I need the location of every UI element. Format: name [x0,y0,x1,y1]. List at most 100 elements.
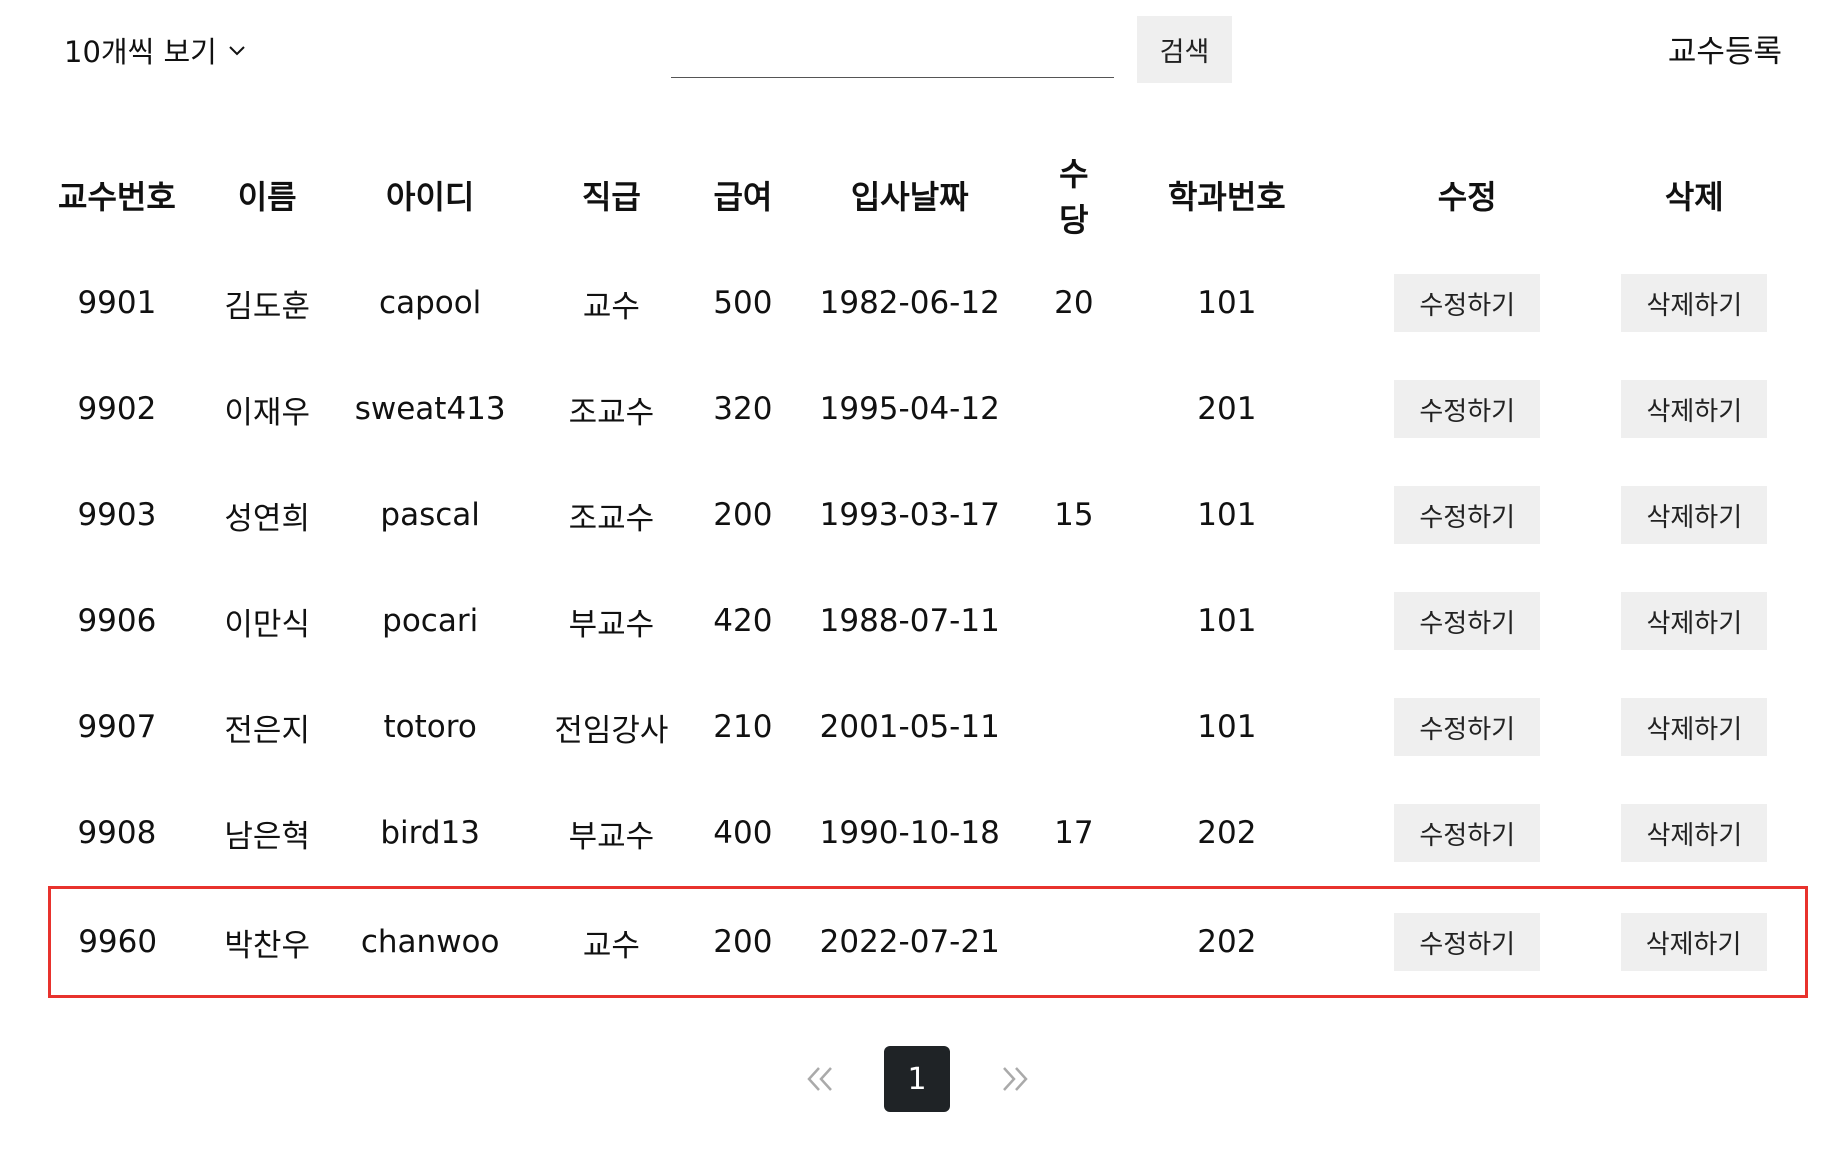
cell-edit: 수정하기 [1352,356,1582,462]
cell-pay: 210 [713,709,773,745]
double-chevron-left-icon[interactable] [795,1054,845,1104]
double-chevron-right-icon[interactable] [990,1054,1040,1104]
cell-pay: 400 [713,815,773,851]
toolbar: 10개씩 보기 검색 교수등록 [0,0,1834,110]
cell-prof-no: 9960 [48,886,185,998]
edit-button[interactable]: 수정하기 [1394,380,1541,438]
cell-id: capool [379,285,482,321]
cell-name: 이만식 [224,606,310,643]
cell-bonus: 15 [1054,497,1094,533]
cell-edit: 수정하기 [1352,462,1582,568]
column-header-id: 아이디 [386,178,475,216]
cell-hiredate: 1982-06-12 [819,285,1000,321]
search-input[interactable] [671,22,1114,78]
chevron-down-icon [225,38,249,62]
cell-name: 김도훈 [224,288,310,325]
delete-button[interactable]: 삭제하기 [1621,804,1768,862]
edit-button[interactable]: 수정하기 [1394,804,1541,862]
cell-name: 남은혁 [224,818,310,855]
delete-button[interactable]: 삭제하기 [1621,274,1768,332]
cell-bonus [1046,886,1102,998]
table-row: 9903 성연희 pascal 조교수 200 1993-03-17 15 10… [50,462,1807,568]
edit-button[interactable]: 수정하기 [1394,698,1541,756]
cell-bonus [1046,674,1101,780]
cell-delete: 삭제하기 [1582,356,1806,462]
cell-prof-no: 9902 [77,391,157,427]
cell-delete: 삭제하기 [1582,674,1806,780]
delete-button[interactable]: 삭제하기 [1621,486,1768,544]
delete-button[interactable]: 삭제하기 [1621,592,1768,650]
column-header-position: 직급 [581,178,641,216]
table-row: 9902 이재우 sweat413 조교수 320 1995-04-12 201… [50,356,1807,462]
cell-position: 교수 [510,886,713,998]
cell-id: pascal [380,497,480,533]
cell-hiredate: 1990-10-18 [819,815,1000,851]
column-header-delete: 삭제 [1664,178,1724,216]
column-header-prof-no: 교수번호 [58,178,176,216]
cell-dept-no: 101 [1197,709,1257,745]
page-size-dropdown[interactable]: 10개씩 보기 [64,30,249,70]
cell-name: 박찬우 [184,886,351,998]
table-header-row: 교수번호 이름 아이디 직급 급여 입사날짜 수당 학과번호 수정 삭제 [50,140,1807,250]
column-header-bonus: 수당 [1059,155,1089,239]
edit-button[interactable]: 수정하기 [1394,274,1541,332]
column-header-name: 이름 [237,178,297,216]
page-button-current[interactable]: 1 [884,1046,950,1112]
table-row: 9908 남은혁 bird13 부교수 400 1990-10-18 17 20… [50,780,1807,888]
cell-bonus: 17 [1054,815,1094,851]
cell-prof-no: 9903 [77,497,157,533]
pagination: 1 [0,1046,1834,1112]
cell-pay: 500 [713,285,773,321]
search-button[interactable]: 검색 [1137,16,1232,83]
column-header-hiredate: 입사날짜 [850,178,969,216]
cell-hiredate: 1988-07-11 [819,603,1000,639]
delete-button[interactable]: 삭제하기 [1620,913,1767,971]
professor-table: 교수번호 이름 아이디 직급 급여 입사날짜 수당 학과번호 수정 삭제 990… [48,140,1809,998]
cell-prof-no: 9906 [77,603,157,639]
register-professor-link[interactable]: 교수등록 [1668,26,1782,71]
cell-id: chanwoo [350,886,511,998]
cell-pay: 200 [712,886,774,998]
cell-bonus: 20 [1054,285,1094,321]
cell-hiredate: 2001-05-11 [819,709,1000,745]
table-row: 9907 전은지 totoro 전임강사 210 2001-05-11 101 … [50,674,1807,780]
edit-button[interactable]: 수정하기 [1394,913,1541,971]
cell-delete: 삭제하기 [1582,568,1806,674]
column-header-dept-no: 학과번호 [1167,178,1286,216]
cell-pay: 320 [713,391,773,427]
cell-name: 이재우 [224,394,310,431]
cell-position: 조교수 [568,500,655,537]
cell-edit: 수정하기 [1352,780,1582,888]
page-size-label: 10개씩 보기 [64,35,217,69]
cell-dept-no: 101 [1197,603,1257,639]
cell-dept-no: 202 [1197,815,1257,851]
cell-name: 전은지 [224,712,310,749]
cell-delete: 삭제하기 [1582,462,1806,568]
cell-name: 성연희 [224,500,310,537]
cell-hiredate: 1993-03-17 [819,497,1000,533]
cell-edit: 수정하기 [1352,568,1582,674]
cell-dept-no: 101 [1197,285,1257,321]
cell-id: pocari [382,603,479,639]
cell-position: 전임강사 [554,712,669,749]
cell-prof-no: 9907 [77,709,157,745]
delete-button[interactable]: 삭제하기 [1621,698,1768,756]
cell-edit: 수정하기 [1352,886,1583,998]
cell-delete: 삭제하기 [1582,886,1809,998]
cell-bonus [1046,568,1101,674]
cell-pay: 200 [713,497,773,533]
column-header-pay: 급여 [713,178,773,216]
table-row-highlighted: 9960 박찬우 chanwoo 교수 200 2022-07-21 202 수… [48,886,1809,998]
edit-button[interactable]: 수정하기 [1394,592,1541,650]
table-row: 9901 김도훈 capool 교수 500 1982-06-12 20 101… [50,250,1807,356]
cell-position: 부교수 [568,818,655,855]
cell-bonus [1046,356,1101,462]
cell-id: sweat413 [354,391,506,427]
cell-position: 조교수 [568,394,655,431]
column-header-edit: 수정 [1437,178,1497,216]
delete-button[interactable]: 삭제하기 [1621,380,1768,438]
table-row: 9906 이만식 pocari 부교수 420 1988-07-11 101 수… [50,568,1807,674]
edit-button[interactable]: 수정하기 [1394,486,1541,544]
cell-dept-no: 101 [1197,497,1257,533]
cell-prof-no: 9901 [77,285,157,321]
